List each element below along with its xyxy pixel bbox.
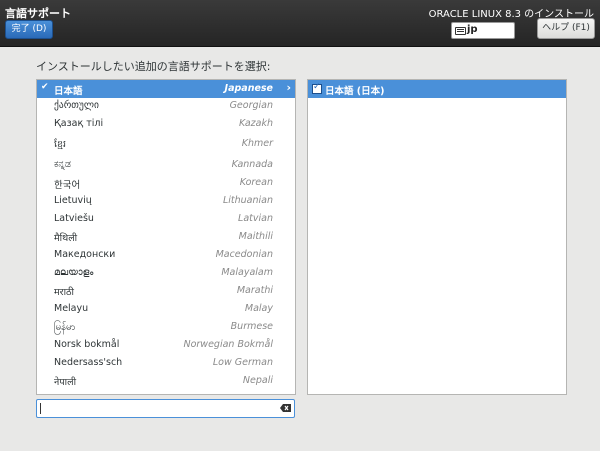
language-english-name: Korean [239, 177, 273, 188]
language-english-name: Georgian [229, 100, 273, 111]
done-button[interactable]: 完了 (D) [5, 20, 53, 39]
language-row[interactable]: ខ្មែរ Khmer [37, 135, 295, 153]
language-row[interactable]: Македонски Macedonian [37, 246, 295, 264]
language-row[interactable]: ქართული Georgian [37, 97, 295, 115]
language-row[interactable]: မြန်မာ Burmese [37, 318, 295, 336]
language-english-name: Nepali [242, 375, 273, 386]
language-native-name: ქართული [54, 100, 99, 111]
language-native-name: Melayu [54, 303, 89, 314]
language-prompt: インストールしたい追加の言語サポートを選択: [36, 60, 271, 73]
language-row[interactable]: 한국어 Korean [37, 174, 295, 192]
language-row[interactable]: മലയാളം Malayalam [37, 264, 295, 282]
language-english-name: Low German [212, 357, 273, 368]
language-row[interactable]: ಕನ್ನಡ Kannada [37, 156, 295, 174]
text-caret [40, 403, 41, 414]
language-english-name: Norwegian Bokmål [183, 339, 273, 350]
language-native-name: മലയാളം [54, 267, 94, 278]
language-native-name: नेपाली [54, 377, 77, 388]
language-native-name: Latviešu [54, 213, 94, 224]
language-native-name: Қазақ тілі [54, 118, 104, 129]
locale-row[interactable]: 日本語 (日本) [308, 80, 566, 98]
checkmark-icon: ✔ [41, 82, 49, 92]
language-english-name: Maithili [238, 231, 273, 242]
language-native-name: Lietuvių [54, 195, 92, 206]
help-button[interactable]: ヘルプ (F1) [537, 18, 595, 39]
language-row[interactable]: Latviešu Latvian [37, 210, 295, 228]
keyboard-layout-indicator[interactable]: jp [451, 22, 515, 39]
language-row[interactable]: Melayu Malay [37, 300, 295, 318]
language-english-name: Malayalam [221, 267, 273, 278]
language-native-name: မြန်မာ [54, 322, 76, 333]
language-native-name: मैथिली [54, 233, 78, 244]
keyboard-layout-label: jp [467, 24, 478, 35]
language-native-name: ಕನ್ನಡ [54, 159, 71, 170]
language-row[interactable]: Lietuvių Lithuanian [37, 192, 295, 210]
language-native-name: ខ្មែរ [54, 139, 67, 150]
locale-label: 日本語 (日本) [325, 86, 385, 97]
language-list[interactable]: ✔ 日本語 Japanese › ქართული Georgian Қазақ тілі Ka… [36, 79, 296, 395]
language-english-name: Malay [244, 303, 273, 314]
language-row[interactable]: Қазақ тілі Kazakh [37, 115, 295, 133]
language-search-input[interactable] [36, 399, 295, 418]
language-english-name: Lithuanian [222, 195, 273, 206]
language-native-name: Македонски [54, 249, 116, 260]
language-row[interactable]: मैथिली Maithili [37, 228, 295, 246]
language-english-name: Khmer [241, 138, 273, 149]
spoke-title: 言語サポート [5, 7, 71, 20]
language-row[interactable]: Nedersass'sch Low German [37, 354, 295, 372]
language-english-name: Kannada [231, 159, 273, 170]
language-english-name: Japanese [224, 83, 273, 94]
language-native-name: Nedersass'sch [54, 357, 123, 368]
language-english-name: Macedonian [215, 249, 273, 260]
language-english-name: Latvian [238, 213, 273, 224]
language-english-name: Burmese [230, 321, 273, 332]
locale-checkbox[interactable] [312, 82, 322, 94]
language-row[interactable]: मराठी Marathi [37, 282, 295, 300]
language-row[interactable]: नेपाली Nepali [37, 372, 295, 390]
language-native-name: 日本語 [54, 86, 83, 97]
language-english-name: Kazakh [238, 118, 273, 129]
language-row[interactable]: ✔ 日本語 Japanese › [37, 80, 295, 98]
language-english-name: Marathi [236, 285, 273, 296]
language-row[interactable]: Norsk bokmål Norwegian Bokmål [37, 336, 295, 354]
language-native-name: 한국어 [54, 180, 81, 191]
language-native-name: मराठी [54, 287, 75, 298]
top-bar: 言語サポート 完了 (D) ORACLE LINUX 8.3 のインストール j… [0, 0, 600, 47]
locale-list[interactable]: 日本語 (日本) [307, 79, 567, 395]
keyboard-icon [455, 27, 466, 35]
clear-icon[interactable] [280, 404, 291, 412]
chevron-right-icon: › [286, 81, 291, 94]
language-native-name: Norsk bokmål [54, 339, 120, 350]
